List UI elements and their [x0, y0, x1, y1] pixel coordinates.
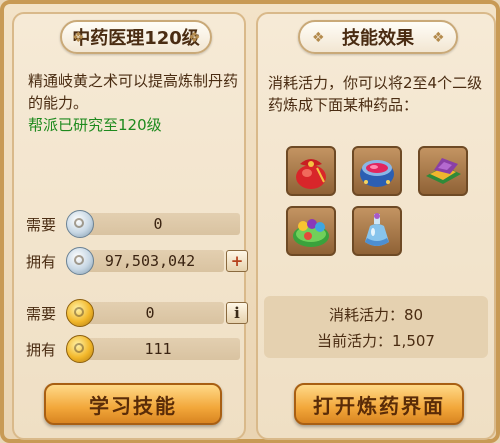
skill-window: ❖ 中药医理120级 ❖ 精通岐黄之术可以提高炼制丹药的能力。 帮派已研究至12…	[0, 0, 500, 443]
required-silver-value: 0	[153, 215, 163, 233]
open-alchemy-button[interactable]: 打开炼药界面	[294, 383, 464, 425]
skill-effect-panel: ❖ 技能效果 ❖ 消耗活力，你可以将2至4个二级药炼成下面某种药品： 消耗活力：…	[256, 12, 496, 440]
owned-silver-value: 97,503,042	[104, 252, 196, 270]
add-silver-icon[interactable]: +	[226, 250, 248, 272]
owned-silver-row: 拥有 97,503,042 +	[26, 247, 248, 275]
owned-gold-value: 111	[144, 340, 172, 358]
potion-bottle-icon	[365, 213, 389, 246]
owned-label: 拥有	[26, 341, 57, 359]
silver-coin-icon	[66, 247, 94, 275]
scroll-deco-icon: ❖	[72, 30, 85, 46]
required-gold-value: 0	[145, 304, 155, 322]
required-label: 需要	[26, 305, 57, 323]
powder-box-icon	[426, 158, 461, 184]
effect-description: 消耗活力，你可以将2至4个二级药炼成下面某种药品：	[268, 74, 483, 114]
skill-description: 精通岐黄之术可以提高炼制丹药的能力。	[28, 72, 239, 112]
research-status: 帮派已研究至120级	[28, 116, 162, 134]
owned-label: 拥有	[26, 253, 57, 271]
required-silver-row: 需要 0	[26, 210, 246, 238]
effect-title: 技能效果	[342, 28, 414, 49]
pouch-icon	[296, 159, 326, 189]
gold-coin-icon	[66, 299, 94, 327]
green-pills-icon	[293, 219, 329, 247]
effect-title-tab: ❖ 技能效果 ❖	[298, 20, 458, 54]
vitality-stats: 消耗活力：80 当前活力：1,507	[264, 296, 488, 358]
item-slot[interactable]	[286, 146, 336, 196]
item-slot[interactable]	[286, 206, 336, 256]
current-vitality: 当前活力：1,507	[317, 332, 435, 350]
item-slot[interactable]	[352, 146, 402, 196]
scroll-deco-icon: ❖	[312, 30, 325, 46]
scroll-deco-icon: ❖	[432, 30, 445, 46]
item-slot[interactable]	[418, 146, 468, 196]
gold-coin-icon	[66, 335, 94, 363]
skill-title-tab: ❖ 中药医理120级 ❖	[60, 20, 212, 54]
silver-coin-icon	[66, 210, 94, 238]
skill-info-panel: ❖ 中药医理120级 ❖ 精通岐黄之术可以提高炼制丹药的能力。 帮派已研究至12…	[12, 12, 248, 440]
learn-skill-button[interactable]: 学习技能	[44, 383, 222, 425]
item-slot[interactable]	[352, 206, 402, 256]
required-gold-row: 需要 0 i	[26, 299, 248, 327]
scroll-deco-icon: ❖	[188, 30, 201, 46]
vitality-cost: 消耗活力：80	[328, 306, 424, 324]
owned-gold-row: 拥有 111	[26, 335, 246, 363]
info-icon[interactable]: i	[226, 302, 248, 324]
red-cauldron-icon	[360, 160, 394, 187]
skill-title: 中药医理120级	[72, 28, 200, 49]
required-label: 需要	[26, 216, 57, 234]
